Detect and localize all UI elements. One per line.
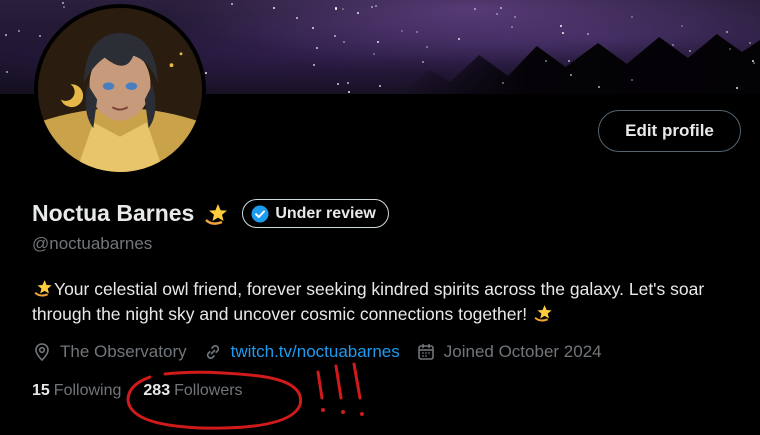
banner-star bbox=[510, 26, 513, 29]
banner-star bbox=[62, 6, 65, 9]
badge-label: Under review bbox=[275, 204, 376, 222]
followers-stat[interactable]: 283 Followers bbox=[143, 382, 242, 400]
under-review-badge[interactable]: Under review bbox=[242, 199, 389, 228]
banner-star bbox=[671, 44, 674, 47]
banner-star bbox=[496, 12, 499, 15]
annotation-exclaim-3 bbox=[352, 362, 362, 400]
location-item: The Observatory bbox=[32, 342, 187, 362]
banner-star bbox=[313, 64, 316, 66]
banner-star bbox=[334, 7, 337, 10]
banner-star bbox=[295, 17, 298, 20]
banner-star bbox=[631, 15, 634, 18]
banner-star bbox=[725, 30, 728, 33]
banner-star bbox=[346, 81, 349, 84]
bio-text: Your celestial owl friend, forever seeki… bbox=[32, 279, 705, 324]
link-icon bbox=[206, 345, 219, 359]
banner-star bbox=[337, 82, 340, 85]
banner-star bbox=[5, 33, 8, 36]
banner-star bbox=[342, 41, 345, 44]
banner-star bbox=[501, 81, 504, 84]
banner-star bbox=[587, 33, 590, 36]
name-row: Noctua Barnes Under review bbox=[32, 199, 389, 228]
banner-star bbox=[375, 4, 378, 7]
avatar-illustration bbox=[38, 8, 202, 172]
banner-tree-silhouette bbox=[400, 34, 760, 94]
banner-star bbox=[312, 26, 315, 29]
banner-star bbox=[458, 37, 461, 40]
banner-star bbox=[749, 41, 752, 44]
banner-star bbox=[231, 2, 234, 5]
banner-star bbox=[39, 34, 42, 37]
edit-profile-button[interactable]: Edit profile bbox=[598, 110, 741, 152]
banner-star bbox=[18, 30, 21, 33]
banner-star bbox=[315, 46, 318, 49]
banner-star bbox=[681, 24, 684, 27]
handle: @noctuabarnes bbox=[32, 234, 153, 253]
banner-star bbox=[356, 11, 359, 14]
annotation-dot-2 bbox=[341, 410, 345, 414]
banner-star bbox=[342, 8, 345, 11]
profile-stats: 15 Following 283 Followers bbox=[32, 382, 265, 400]
banner-star bbox=[421, 61, 424, 64]
joined-text: Joined October 2024 bbox=[443, 342, 602, 361]
dizzy-star-emoji bbox=[34, 280, 52, 297]
banner-star bbox=[401, 29, 404, 32]
joined-item: Joined October 2024 bbox=[416, 342, 602, 362]
banner-star bbox=[561, 31, 564, 34]
following-stat[interactable]: 15 Following bbox=[32, 382, 121, 400]
banner-star bbox=[371, 6, 374, 9]
annotation-exclaim-2 bbox=[334, 364, 343, 400]
banner-star bbox=[334, 35, 337, 38]
avatar[interactable] bbox=[34, 4, 206, 176]
banner-star bbox=[205, 72, 208, 75]
profile-meta: The Observatory twitch.tv/noctuabarnes J… bbox=[32, 342, 618, 362]
dizzy-star-emoji bbox=[205, 203, 228, 225]
banner-star bbox=[688, 49, 691, 52]
annotation-exclaim-1 bbox=[316, 370, 324, 400]
display-name: Noctua Barnes bbox=[32, 200, 195, 226]
annotation-dot-3 bbox=[360, 412, 364, 416]
bio: Your celestial owl friend, forever seeki… bbox=[32, 277, 742, 327]
location-pin-icon bbox=[35, 343, 49, 362]
website-item[interactable]: twitch.tv/noctuabarnes bbox=[203, 342, 400, 362]
banner-star bbox=[62, 1, 65, 4]
annotation-circle bbox=[126, 370, 303, 430]
verified-check-icon bbox=[251, 205, 269, 222]
banner-star bbox=[499, 7, 502, 10]
location-text: The Observatory bbox=[60, 342, 187, 361]
banner-star bbox=[6, 71, 9, 74]
calendar-icon bbox=[417, 343, 434, 360]
banner-star bbox=[560, 25, 563, 28]
followers-count: 283 bbox=[143, 382, 171, 399]
banner-star bbox=[415, 31, 418, 34]
banner-star bbox=[474, 8, 477, 11]
banner-star bbox=[544, 60, 547, 63]
banner-star bbox=[273, 7, 276, 10]
website-link[interactable]: twitch.tv/noctuabarnes bbox=[231, 342, 400, 362]
banner-star bbox=[568, 60, 570, 63]
banner-star bbox=[379, 85, 382, 88]
banner-star bbox=[376, 41, 379, 44]
dizzy-star-emoji bbox=[534, 305, 552, 322]
banner-star bbox=[372, 52, 375, 55]
following-count: 15 bbox=[32, 382, 50, 399]
banner-star bbox=[514, 15, 517, 18]
banner-star bbox=[752, 61, 755, 64]
banner-star bbox=[348, 90, 351, 93]
followers-label: Followers bbox=[174, 382, 243, 399]
banner-star bbox=[425, 45, 428, 48]
annotation-dot-1 bbox=[321, 408, 325, 412]
following-label: Following bbox=[53, 382, 122, 399]
